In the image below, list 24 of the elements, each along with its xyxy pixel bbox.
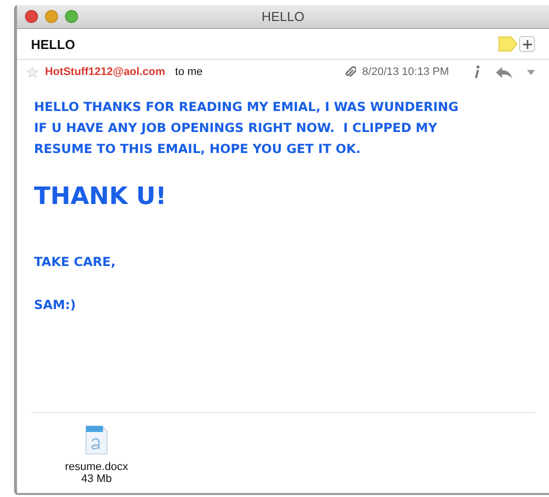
recipient-text: to me [175, 66, 203, 78]
caret-icon[interactable] [527, 70, 535, 74]
add-button[interactable] [519, 36, 535, 52]
attachment-name[interactable]: resume.docx [65, 461, 128, 473]
plus-icon [522, 40, 532, 48]
paperclip-icon [344, 65, 356, 79]
message-text: IF U HAVE ANY JOB OPENINGS RIGHT NOW. I CLIPPED MY [34, 119, 438, 137]
message-text: RESUME TO THIS EMAIL, HOPE YOU GET IT OK. [34, 140, 361, 158]
close-button[interactable] [25, 10, 38, 23]
sender-address[interactable]: HotStuff1212@aol.com [45, 66, 166, 78]
attachment-size: 43 Mb [81, 473, 112, 485]
star-icon[interactable] [26, 66, 39, 78]
zoom-button[interactable] [65, 10, 78, 23]
message-text: HELLO THANKS FOR READING MY EMIAL, I WAS WUNDERING [34, 98, 458, 116]
subject-title: HELLO [31, 36, 76, 52]
message-text: SAM:) [34, 296, 76, 314]
message-heading: THANK U! [34, 181, 167, 211]
window-title: HELLO [262, 9, 304, 24]
message-text: TAKE CARE, [34, 253, 116, 271]
message-date: 8/20/13 10:13 PM [362, 66, 449, 78]
document-file-icon[interactable] [84, 425, 108, 455]
info-icon[interactable] [473, 65, 481, 79]
reply-icon[interactable] [495, 66, 513, 78]
minimize-button[interactable] [45, 10, 58, 23]
